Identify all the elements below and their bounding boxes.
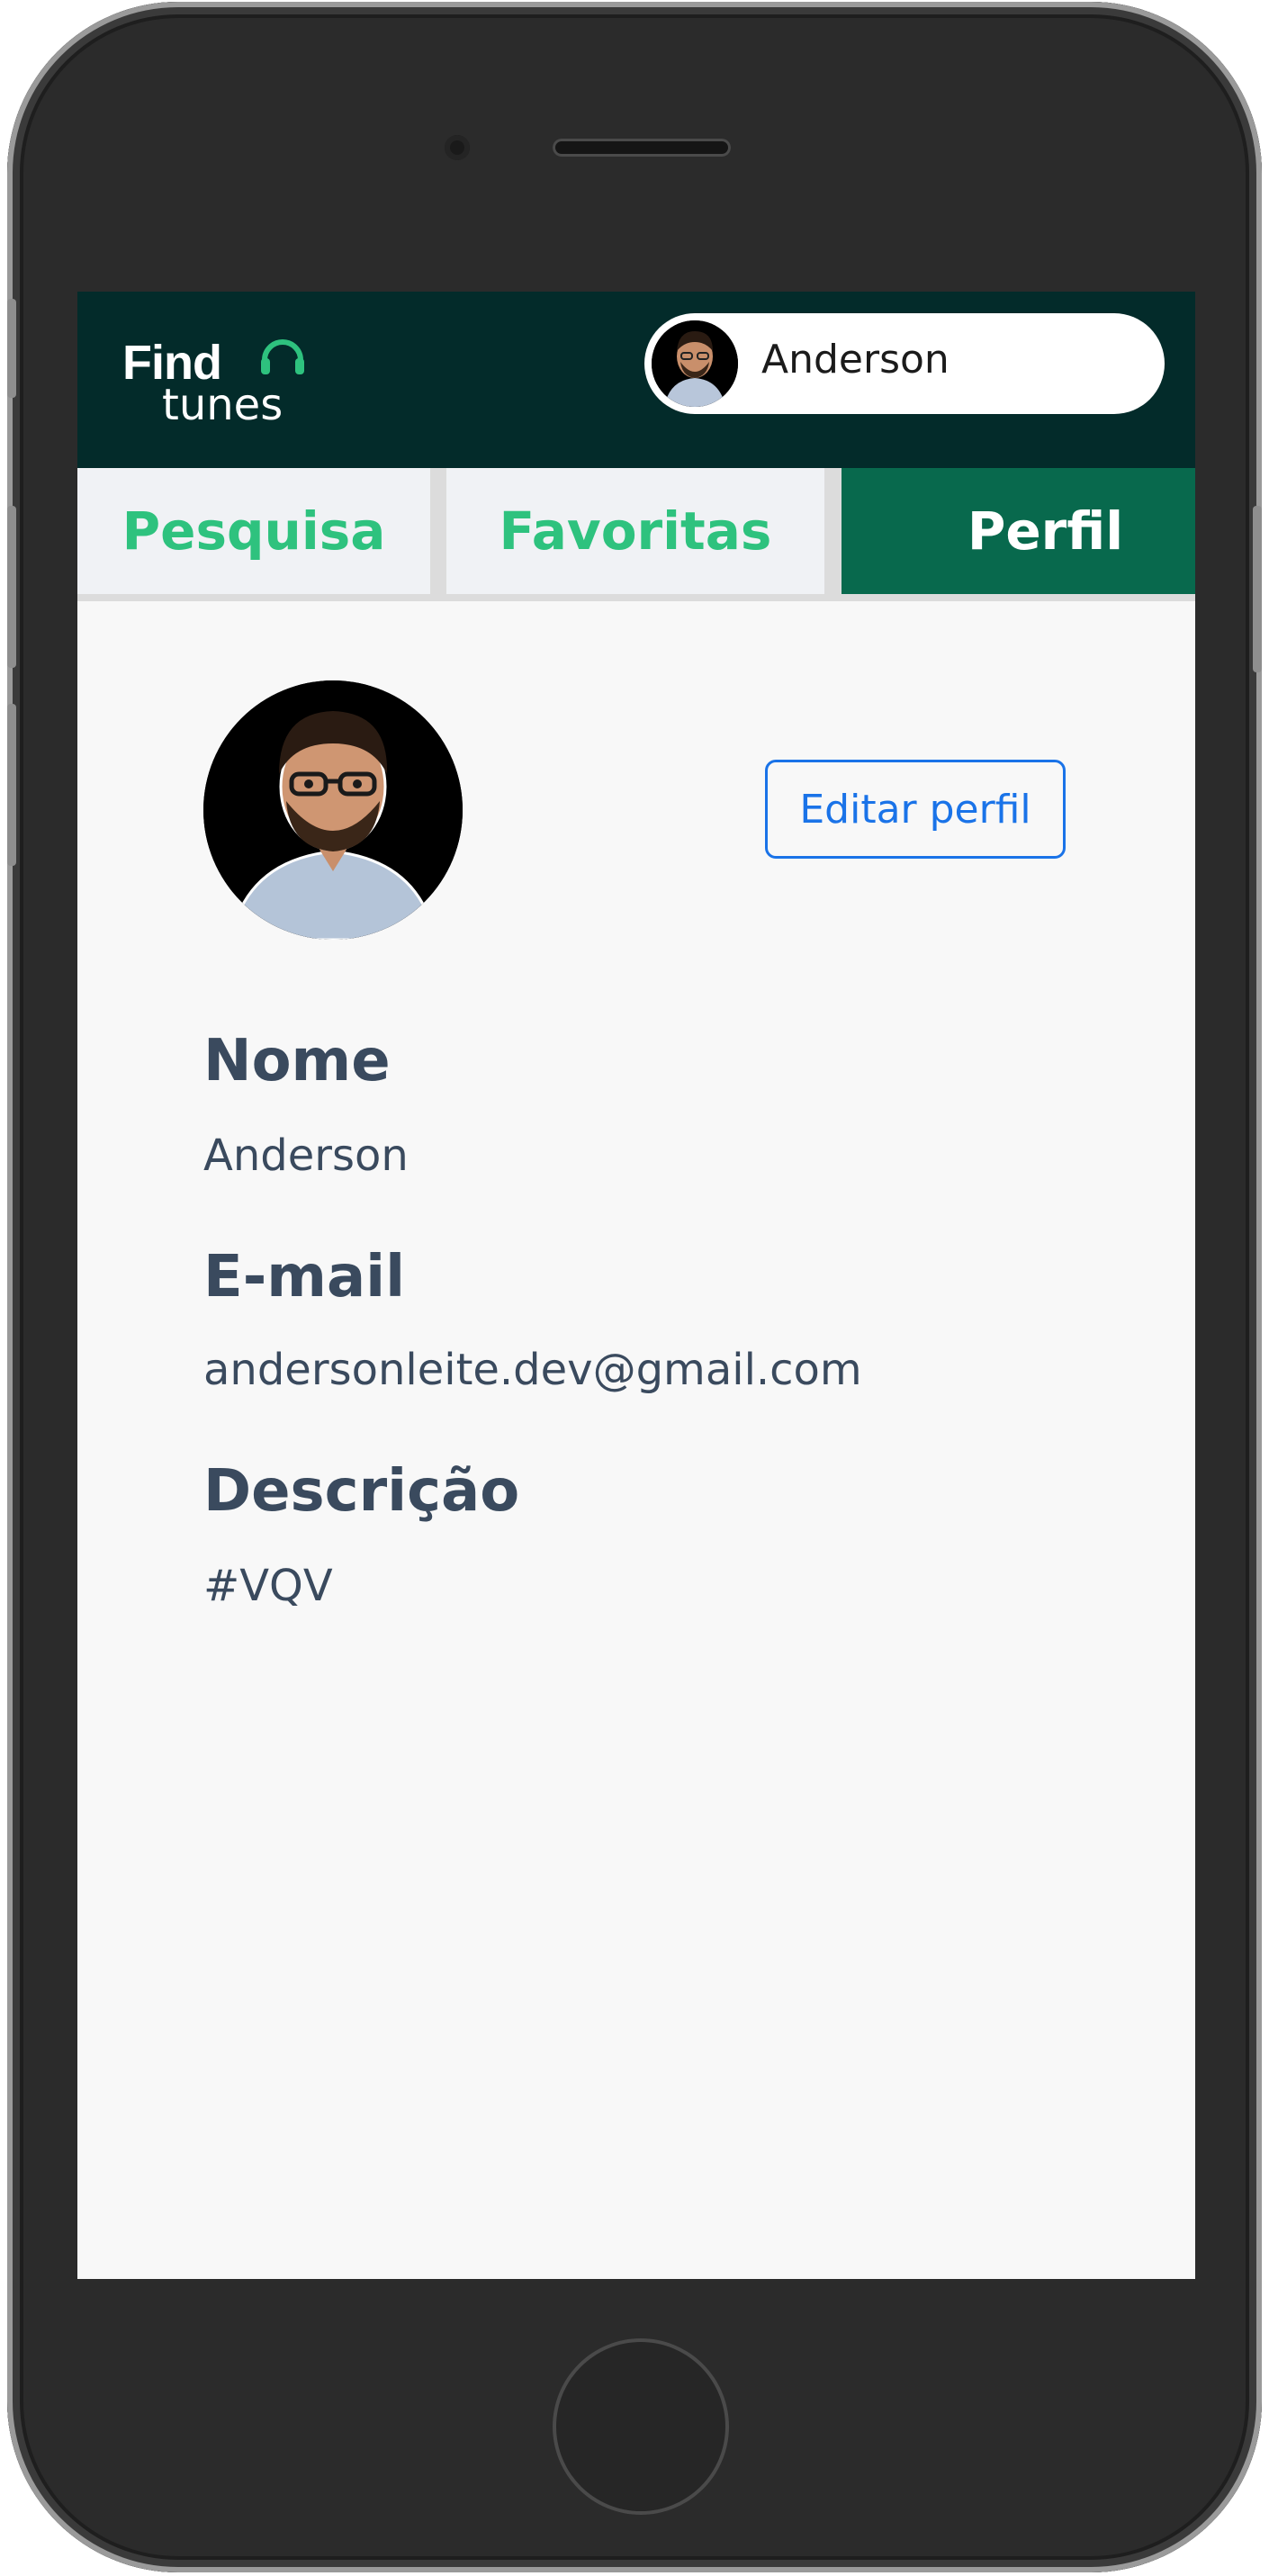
profile-photo-icon <box>203 680 463 940</box>
volume-down-button <box>7 704 16 866</box>
user-profile-pill[interactable]: Anderson <box>644 313 1165 414</box>
name-label: Nome <box>203 1028 391 1094</box>
user-avatar <box>652 320 738 407</box>
edit-profile-button[interactable]: Editar perfil <box>765 760 1066 859</box>
earpiece-speaker <box>553 139 731 157</box>
avatar-photo-icon <box>652 320 738 407</box>
mute-switch <box>7 299 16 398</box>
tab-pesquisa[interactable]: Pesquisa <box>77 468 430 594</box>
phone-frame: Find tunes Anderson Pesquisa Favoritas P… <box>7 2 1262 2572</box>
app-screen: Find tunes Anderson Pesquisa Favoritas P… <box>77 292 1195 2279</box>
app-header: Find tunes Anderson <box>77 292 1195 468</box>
tab-favoritas[interactable]: Favoritas <box>446 468 824 594</box>
nav-tabs: Pesquisa Favoritas Perfil <box>77 468 1195 601</box>
profile-avatar <box>203 680 463 940</box>
tab-label: Favoritas <box>499 500 772 562</box>
power-button <box>1253 506 1262 672</box>
home-button[interactable] <box>553 2338 729 2515</box>
description-value: #VQV <box>203 1561 333 1611</box>
email-value: andersonleite.dev@gmail.com <box>203 1345 862 1395</box>
description-label: Descrição <box>203 1458 520 1525</box>
findtunes-logo[interactable]: Find tunes <box>122 319 320 445</box>
tab-label: Pesquisa <box>122 500 386 562</box>
name-value: Anderson <box>203 1130 409 1181</box>
user-name: Anderson <box>761 337 950 383</box>
tab-perfil[interactable]: Perfil <box>842 468 1195 594</box>
email-label: E-mail <box>203 1244 406 1311</box>
tab-label: Perfil <box>967 500 1124 562</box>
front-camera <box>445 135 470 160</box>
volume-up-button <box>7 506 16 668</box>
logo-text-tunes: tunes <box>162 380 284 430</box>
headphones-icon <box>261 339 304 374</box>
